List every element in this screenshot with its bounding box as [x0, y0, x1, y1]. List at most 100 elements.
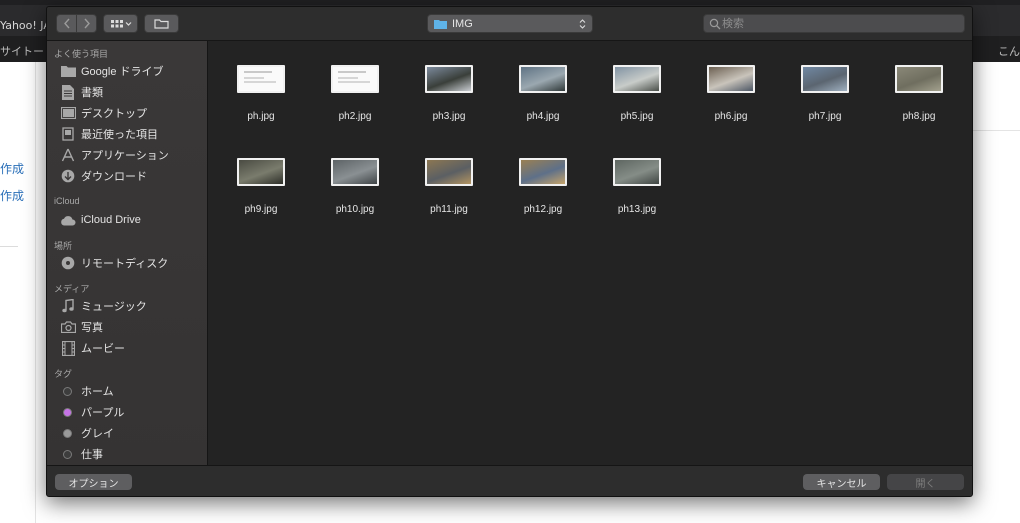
search-input[interactable]	[722, 16, 960, 32]
sidebar-item-downloads[interactable]: ダウンロード	[60, 167, 205, 185]
site-nav-right[interactable]: こん	[998, 43, 1020, 59]
file-item[interactable]: ph10.jpg	[308, 141, 402, 233]
sidebar-item-label: iCloud Drive	[81, 214, 141, 226]
disc-icon	[60, 255, 76, 271]
dialog-bottom-bar: オプション キャンセル 開く	[47, 465, 972, 496]
nav-button-group	[56, 14, 97, 33]
file-thumbnail	[801, 65, 849, 93]
sidebar-header-media: メディア	[54, 284, 90, 294]
file-name: ph.jpg	[247, 111, 275, 122]
sidebar-tag-home[interactable]: ホーム	[60, 382, 205, 400]
sidebar-item-recents[interactable]: 最近使った項目	[60, 125, 205, 143]
file-thumbnail	[331, 65, 379, 93]
file-item[interactable]: ph13.jpg	[590, 141, 684, 233]
cloud-icon	[60, 212, 76, 228]
file-item[interactable]: ph9.jpg	[214, 141, 308, 233]
file-name: ph4.jpg	[526, 111, 560, 122]
music-icon	[60, 298, 76, 314]
sidebar-item-label: アプリケーション	[81, 150, 169, 162]
sidebar-item-label: 写真	[81, 322, 103, 334]
folder-icon	[60, 63, 76, 79]
sidebar-item-label: Google ドライブ	[81, 66, 164, 78]
sidebar-header-tags: タグ	[54, 369, 73, 379]
sidebar-item-photos[interactable]: 写真	[60, 318, 205, 336]
dialog-toolbar: IMG	[47, 7, 972, 41]
location-popup[interactable]: IMG	[427, 14, 593, 33]
options-button[interactable]: オプション	[55, 474, 132, 490]
file-thumbnail	[425, 158, 473, 186]
site-nav-left[interactable]: サイトー	[0, 43, 44, 59]
chevron-right-icon	[83, 18, 90, 29]
sidebar-header-favorites: よく使う項目	[54, 49, 109, 59]
applications-icon	[60, 147, 76, 163]
page-row-divider	[972, 130, 1020, 131]
tag-dot-icon	[63, 386, 72, 396]
sidebar-item-label: ホーム	[81, 386, 114, 398]
sidebar-item-music[interactable]: ミュージック	[60, 297, 205, 315]
sidebar-item-label: デスクトップ	[81, 108, 147, 120]
file-thumbnail	[237, 158, 285, 186]
sidebar-header-locations: 場所	[54, 241, 73, 251]
sidebar-tag-purple[interactable]: パープル	[60, 403, 205, 421]
page-column-divider	[35, 62, 36, 523]
search-field[interactable]	[703, 14, 965, 33]
sidebar-item-label: リモートディスク	[81, 258, 169, 270]
open-button[interactable]: 開く	[887, 474, 964, 490]
file-item[interactable]: ph.jpg	[214, 48, 308, 140]
grid-view-icon	[110, 19, 131, 27]
new-folder-button[interactable]	[144, 14, 179, 33]
sidebar-item-applications[interactable]: アプリケーション	[60, 146, 205, 164]
file-thumbnail	[237, 65, 285, 93]
file-name: ph8.jpg	[902, 111, 936, 122]
file-browser: ph.jpg ph2.jpg ph3.jpg ph4.jpg ph5.jpg p…	[209, 41, 972, 465]
sidebar-tag-gray[interactable]: グレイ	[60, 424, 205, 442]
file-item[interactable]: ph7.jpg	[778, 48, 872, 140]
sidebar-tag-work[interactable]: 仕事	[60, 445, 205, 463]
back-button[interactable]	[56, 14, 77, 33]
file-thumbnail	[519, 158, 567, 186]
file-name: ph7.jpg	[808, 111, 842, 122]
file-name: ph12.jpg	[523, 204, 563, 215]
sidebar-item-label: ミュージック	[81, 301, 147, 313]
file-item[interactable]: ph11.jpg	[402, 141, 496, 233]
sidebar-item-movies[interactable]: ムービー	[60, 339, 205, 357]
file-item[interactable]: ph4.jpg	[496, 48, 590, 140]
sidebar-item-desktop[interactable]: デスクトップ	[60, 104, 205, 122]
sidebar-item-remote-disc[interactable]: リモートディスク	[60, 254, 205, 272]
sidebar-item-label: 仕事	[81, 449, 103, 461]
location-label: IMG	[452, 18, 473, 30]
file-thumbnail	[707, 65, 755, 93]
file-item[interactable]: ph6.jpg	[684, 48, 778, 140]
file-thumbnail	[331, 158, 379, 186]
file-item[interactable]: ph2.jpg	[308, 48, 402, 140]
page-link-create-1[interactable]: 作成	[0, 160, 24, 177]
sidebar-item-icloud-drive[interactable]: iCloud Drive	[60, 211, 205, 229]
forward-button[interactable]	[76, 14, 97, 33]
file-name: ph11.jpg	[430, 204, 468, 215]
cancel-button[interactable]: キャンセル	[803, 474, 880, 490]
recents-icon	[60, 126, 76, 142]
file-item[interactable]: ph12.jpg	[496, 141, 590, 233]
open-file-dialog: IMG よく使う項目 Google ドライブ 書類 デスクトップ 最近使った項目	[46, 6, 973, 497]
page-link-create-2[interactable]: 作成	[0, 187, 24, 204]
view-mode-button[interactable]	[103, 14, 138, 33]
file-item[interactable]: ph3.jpg	[402, 48, 496, 140]
sidebar-header-icloud: iCloud	[54, 196, 80, 206]
file-thumbnail	[613, 158, 661, 186]
file-thumbnail	[613, 65, 661, 93]
sidebar-item-label: ムービー	[81, 343, 125, 355]
file-item[interactable]: ph5.jpg	[590, 48, 684, 140]
sidebar-item-google-drive[interactable]: Google ドライブ	[60, 62, 205, 80]
search-icon	[709, 18, 721, 30]
file-name: ph3.jpg	[432, 111, 466, 122]
sidebar-item-label: 最近使った項目	[81, 129, 158, 141]
file-thumbnail	[425, 65, 473, 93]
file-name: ph13.jpg	[617, 204, 657, 215]
download-icon	[60, 168, 76, 184]
film-icon	[60, 340, 76, 356]
tag-dot-icon	[63, 428, 72, 438]
sidebar-item-documents[interactable]: 書類	[60, 83, 205, 101]
file-item[interactable]: ph8.jpg	[872, 48, 966, 140]
tag-dot-icon	[63, 449, 72, 459]
file-thumbnail	[519, 65, 567, 93]
